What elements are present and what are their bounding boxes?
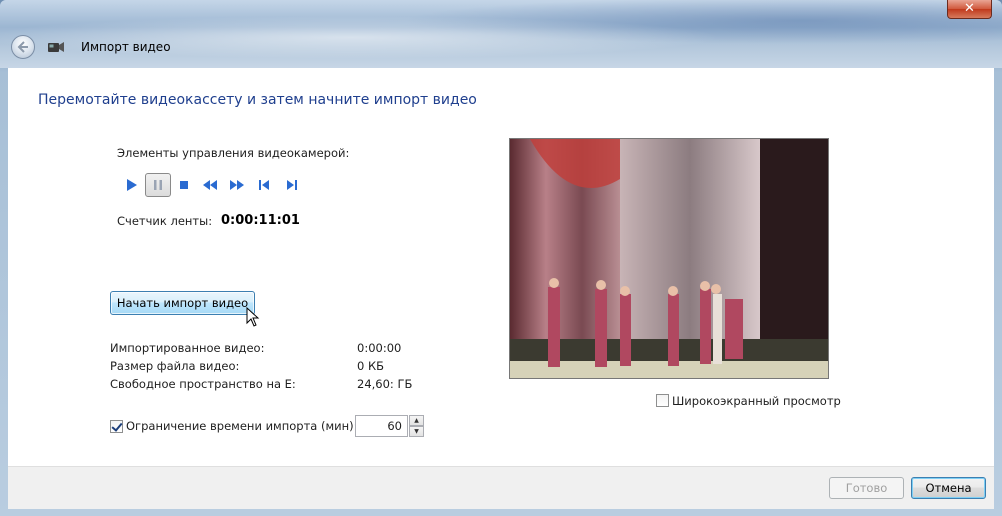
back-button[interactable] — [11, 35, 35, 59]
video-preview — [509, 138, 829, 379]
step-back-button[interactable] — [251, 173, 277, 197]
fast-forward-button[interactable] — [224, 173, 250, 197]
chevron-down-icon: ▼ — [414, 428, 419, 435]
imported-video-value: 0:00:00 — [357, 341, 402, 355]
free-space-label: Свободное пространство на E: — [110, 377, 296, 391]
time-limit-input[interactable]: 60 — [355, 415, 408, 437]
stop-button[interactable] — [171, 173, 197, 197]
widescreen-label: Широкоэкранный просмотр — [672, 394, 841, 408]
chevron-up-icon: ▲ — [414, 417, 419, 424]
spin-down-button[interactable]: ▼ — [409, 426, 424, 437]
video-camera-icon — [48, 42, 64, 52]
file-size-value: 0 КБ — [357, 359, 385, 373]
step-forward-icon — [286, 180, 297, 190]
content-area — [8, 68, 994, 466]
back-arrow-icon — [17, 41, 28, 53]
done-button[interactable]: Готово — [829, 477, 904, 499]
cancel-button[interactable]: Отмена — [911, 477, 986, 499]
title-bar — [0, 0, 1002, 68]
start-import-button[interactable]: Начать импорт видео — [110, 291, 255, 315]
close-button[interactable]: ✕ — [947, 0, 992, 19]
window-title: Импорт видео — [81, 40, 171, 54]
imported-video-label: Импортированное видео: — [110, 341, 265, 355]
fast-forward-icon — [230, 180, 244, 190]
rewind-button[interactable] — [197, 173, 223, 197]
spin-up-button[interactable]: ▲ — [409, 415, 424, 426]
pause-button[interactable] — [145, 173, 171, 197]
file-size-label: Размер файла видео: — [110, 359, 240, 373]
time-limit-spinner: ▲ ▼ — [409, 415, 424, 437]
play-icon — [127, 179, 137, 191]
tape-counter-label: Счетчик ленты: — [117, 214, 213, 228]
step-back-icon — [258, 180, 269, 190]
stop-icon — [180, 181, 188, 189]
time-limit-label: Ограничение времени импорта (мин): — [126, 419, 358, 433]
page-heading: Перемотайте видеокассету и затем начните… — [38, 92, 477, 108]
camera-controls-label: Элементы управления видеокамерой: — [117, 146, 350, 160]
mouse-cursor-icon — [246, 307, 260, 327]
play-button[interactable] — [119, 173, 145, 197]
rewind-icon — [203, 180, 217, 190]
pause-icon — [154, 180, 162, 190]
tape-counter-value: 0:00:11:01 — [221, 213, 300, 228]
step-forward-button[interactable] — [278, 173, 304, 197]
widescreen-checkbox[interactable] — [656, 394, 669, 407]
free-space-value: 24,60: ГБ — [357, 377, 413, 391]
time-limit-checkbox[interactable] — [110, 420, 123, 433]
video-frame-image — [510, 139, 828, 378]
